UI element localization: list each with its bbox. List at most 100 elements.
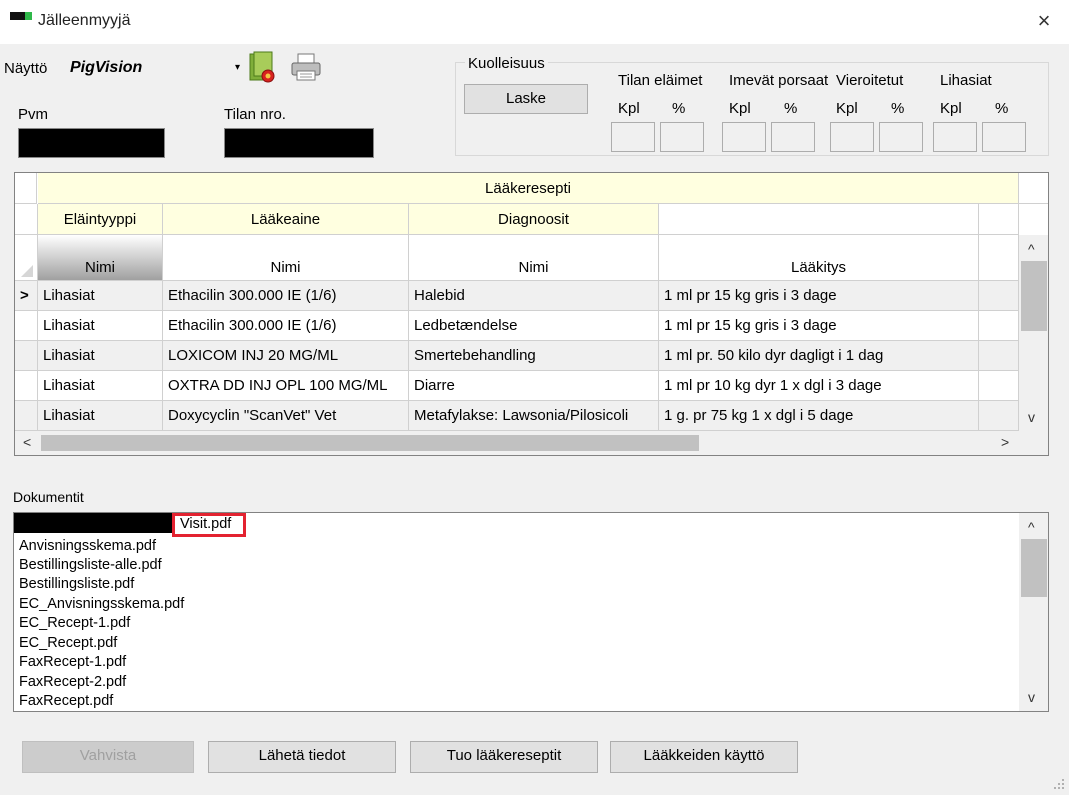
cell-laakeaine[interactable]: LOXICOM INJ 20 MG/ML xyxy=(163,341,409,371)
row-selector[interactable] xyxy=(15,401,38,431)
export-icon[interactable] xyxy=(248,50,278,84)
cell-elaintyyppi[interactable]: Lihasiat xyxy=(38,311,163,341)
cell-empty xyxy=(979,341,1019,371)
tilan-elaimet-kpl-field[interactable] xyxy=(611,122,655,152)
print-icon[interactable] xyxy=(290,52,322,82)
row-header-corner xyxy=(15,235,38,281)
pvm-field[interactable] xyxy=(18,128,165,158)
cell-elaintyyppi[interactable]: Lihasiat xyxy=(38,281,163,311)
cell-laakitys[interactable]: 1 ml pr 15 kg gris i 3 dage xyxy=(659,311,979,341)
window-title: Jälleenmyyjä xyxy=(38,12,131,29)
group-title-vieroitetut: Vieroitetut xyxy=(836,72,904,89)
grid-horizontal-scrollbar[interactable]: < > xyxy=(15,431,1019,455)
naytto-dropdown[interactable]: PigVision ▾ xyxy=(62,56,244,80)
row-selector[interactable] xyxy=(15,371,38,401)
cell-empty xyxy=(979,371,1019,401)
chevron-down-icon: ▾ xyxy=(234,62,240,73)
scroll-down-icon[interactable]: v xyxy=(1028,689,1035,705)
cell-laakeaine[interactable]: OXTRA DD INJ OPL 100 MG/ML xyxy=(163,371,409,401)
pct-label: % xyxy=(995,100,1009,117)
grid-vertical-scrollbar[interactable]: ^ v xyxy=(1019,235,1048,431)
naytto-label: Näyttö xyxy=(4,60,48,77)
column-header-elaintyyppi-nimi[interactable]: Nimi xyxy=(38,235,163,281)
scroll-up-icon[interactable]: ^ xyxy=(1028,519,1035,535)
cell-laakitys[interactable]: 1 ml pr. 50 kilo dyr dagligt i 1 dag xyxy=(659,341,979,371)
lihasiat-kpl-field[interactable] xyxy=(933,122,977,152)
laakkeiden-kaytto-button[interactable]: Lääkkeiden käyttö xyxy=(610,741,798,773)
row-selector-current[interactable]: > xyxy=(15,281,38,311)
column-header-laakeaine-nimi[interactable]: Nimi xyxy=(163,235,409,281)
kpl-label: Kpl xyxy=(618,100,640,117)
group-header-empty-2 xyxy=(979,204,1019,235)
cell-elaintyyppi[interactable]: Lihasiat xyxy=(38,371,163,401)
cell-diagnoosit[interactable]: Halebid xyxy=(409,281,659,311)
group-header-elaintyyppi: Eläintyyppi xyxy=(38,204,163,235)
list-item[interactable]: Bestillingsliste-alle.pdf xyxy=(19,555,162,575)
laheta-tiedot-button[interactable]: Lähetä tiedot xyxy=(208,741,396,773)
scroll-down-icon[interactable]: v xyxy=(1028,409,1035,425)
scroll-thumb[interactable] xyxy=(1021,261,1047,331)
vahvista-button[interactable]: Vahvista xyxy=(22,741,194,773)
cell-laakitys[interactable]: 1 ml pr 10 kg dyr 1 x dgl i 3 dage xyxy=(659,371,979,401)
scroll-corner xyxy=(1019,431,1048,455)
prescription-grid[interactable]: Lääkeresepti Eläintyyppi Lääkeaine Diagn… xyxy=(14,172,1049,456)
cell-laakitys[interactable]: 1 ml pr 15 kg gris i 3 dage xyxy=(659,281,979,311)
cell-empty xyxy=(979,311,1019,341)
scroll-left-icon[interactable]: < xyxy=(23,434,31,450)
laske-button[interactable]: Laske xyxy=(464,84,588,114)
list-item[interactable]: FaxRecept.pdf xyxy=(19,691,113,711)
tilan-nro-label: Tilan nro. xyxy=(224,106,286,123)
imevat-pct-field[interactable] xyxy=(771,122,815,152)
close-button[interactable]: × xyxy=(1030,8,1058,36)
row-selector[interactable] xyxy=(15,341,38,371)
group-header-empty xyxy=(659,204,979,235)
group-header-diagnoosit: Diagnoosit xyxy=(409,204,659,235)
row-selector[interactable] xyxy=(15,311,38,341)
list-item[interactable]: Anvisningsskema.pdf xyxy=(19,536,156,556)
grid-corner xyxy=(15,173,37,204)
documents-label: Dokumentit xyxy=(13,489,84,505)
vieroitetut-pct-field[interactable] xyxy=(879,122,923,152)
column-header-diagnoosit-nimi[interactable]: Nimi xyxy=(409,235,659,281)
list-item[interactable]: FaxRecept-2.pdf xyxy=(19,672,126,692)
scroll-thumb[interactable] xyxy=(41,435,699,451)
scroll-up-icon[interactable]: ^ xyxy=(1028,241,1035,257)
cell-laakitys[interactable]: 1 g. pr 75 kg 1 x dgl i 5 dage xyxy=(659,401,979,431)
tilan-nro-field[interactable] xyxy=(224,128,374,158)
pct-label: % xyxy=(891,100,905,117)
cell-diagnoosit[interactable]: Diarre xyxy=(409,371,659,401)
scroll-thumb[interactable] xyxy=(1021,539,1047,597)
resize-grip-icon[interactable] xyxy=(1050,775,1066,791)
cell-elaintyyppi[interactable]: Lihasiat xyxy=(38,341,163,371)
cell-empty xyxy=(979,281,1019,311)
documents-scrollbar[interactable]: ^ v xyxy=(1019,513,1048,711)
lihasiat-pct-field[interactable] xyxy=(982,122,1026,152)
vieroitetut-kpl-field[interactable] xyxy=(830,122,874,152)
list-item[interactable]: EC_Anvisningsskema.pdf xyxy=(19,594,184,614)
redacted-filename[interactable] xyxy=(14,513,172,533)
cell-diagnoosit[interactable]: Smertebehandling xyxy=(409,341,659,371)
title-bar xyxy=(0,0,1069,44)
list-item[interactable]: EC_Recept-1.pdf xyxy=(19,613,130,633)
imevat-kpl-field[interactable] xyxy=(722,122,766,152)
cell-laakeaine[interactable]: Doxycyclin "ScanVet" Vet xyxy=(163,401,409,431)
scroll-right-icon[interactable]: > xyxy=(1001,434,1009,450)
group-title-lihasiat: Lihasiat xyxy=(940,72,992,89)
tilan-elaimet-pct-field[interactable] xyxy=(660,122,704,152)
tuo-laakereseptit-button[interactable]: Tuo lääkereseptit xyxy=(410,741,598,773)
cell-diagnoosit[interactable]: Ledbetændelse xyxy=(409,311,659,341)
group-title-imevat-porsaat: Imevät porsaat xyxy=(729,72,829,89)
list-item[interactable]: FaxRecept-1.pdf xyxy=(19,652,126,672)
cell-laakeaine[interactable]: Ethacilin 300.000 IE (1/6) xyxy=(163,311,409,341)
band-filler xyxy=(1019,173,1048,204)
list-item[interactable]: Bestillingsliste.pdf xyxy=(19,574,134,594)
column-header-laakitys[interactable]: Lääkitys xyxy=(659,235,979,281)
app-icon xyxy=(10,12,32,20)
documents-list[interactable]: Visit.pdf Anvisningsskema.pdf Bestilling… xyxy=(13,512,1049,712)
cell-diagnoosit[interactable]: Metafylakse: Lawsonia/Pilosicoli xyxy=(409,401,659,431)
naytto-value: PigVision xyxy=(70,59,143,76)
cell-elaintyyppi[interactable]: Lihasiat xyxy=(38,401,163,431)
list-item[interactable]: EC_Recept.pdf xyxy=(19,633,117,653)
cell-laakeaine[interactable]: Ethacilin 300.000 IE (1/6) xyxy=(163,281,409,311)
group-title-tilan-elaimet: Tilan eläimet xyxy=(618,72,703,89)
